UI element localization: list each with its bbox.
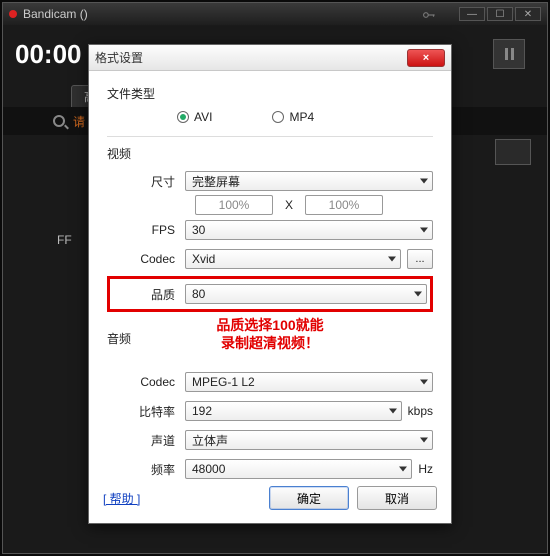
chevron-down-icon [420, 179, 428, 184]
key-icon [423, 9, 437, 19]
dialog-title: 格式设置 [95, 49, 143, 66]
radio-icon [272, 111, 284, 123]
close-icon: × [423, 52, 429, 64]
radio-label: AVI [194, 110, 212, 124]
label-size: 尺寸 [107, 173, 185, 190]
radio-mp4[interactable]: MP4 [272, 110, 314, 124]
ellipsis-icon: ... [415, 253, 424, 265]
label-quality: 品质 [113, 286, 185, 303]
chevron-down-icon [420, 380, 428, 385]
select-channel[interactable]: 立体声 [185, 430, 433, 450]
select-value: MPEG-1 L2 [192, 375, 255, 389]
row-channel: 声道 立体声 [107, 427, 433, 453]
select-value: 48000 [192, 462, 225, 476]
label-codec: Codec [107, 252, 185, 266]
record-indicator-icon [9, 10, 17, 18]
input-height-percent[interactable]: 100% [305, 195, 383, 215]
unit-hz: Hz [418, 462, 433, 476]
dialog-close-button[interactable]: × [407, 49, 445, 67]
label-frequency: 频率 [107, 461, 185, 478]
select-value: 30 [192, 223, 205, 237]
chevron-down-icon [420, 228, 428, 233]
pause-button[interactable] [493, 39, 525, 69]
select-quality[interactable]: 80 [185, 284, 427, 304]
chevron-down-icon [388, 257, 396, 262]
select-size[interactable]: 完整屏幕 [185, 171, 433, 191]
row-size: 尺寸 完整屏幕 [107, 168, 433, 194]
button-label: 确定 [297, 490, 321, 507]
divider [107, 136, 433, 137]
chevron-down-icon [389, 409, 397, 414]
select-value: Xvid [192, 252, 215, 266]
maximize-button[interactable]: ☐ [487, 7, 513, 21]
row-quality: 品质 80 [113, 281, 427, 307]
dialog-body: 文件类型 AVI MP4 视频 尺寸 完整屏幕 100% X 100% [89, 71, 451, 479]
section-filetype-heading: 文件类型 [107, 85, 433, 102]
select-value: 完整屏幕 [192, 173, 240, 190]
button-label: 取消 [385, 490, 409, 507]
row-bitrate: 比特率 192 kbps [107, 398, 433, 424]
select-value: 80 [192, 287, 205, 301]
pause-icon [505, 48, 514, 60]
dialog-footer: [ 帮助 ] 确定 取消 [89, 479, 451, 523]
label-fps: FPS [107, 223, 185, 237]
chevron-down-icon [399, 467, 407, 472]
radio-icon [177, 111, 189, 123]
side-button-1[interactable] [495, 139, 531, 165]
search-icon [53, 115, 65, 127]
radio-avi[interactable]: AVI [177, 110, 212, 124]
label-bitrate: 比特率 [107, 403, 185, 420]
search-text: 请 [73, 113, 85, 130]
dialog-titlebar: 格式设置 × [89, 45, 451, 71]
quality-highlight: 品质 80 [107, 276, 433, 312]
select-frequency[interactable]: 48000 [185, 459, 412, 479]
select-value: 立体声 [192, 432, 228, 449]
label-channel: 声道 [107, 432, 185, 449]
chevron-down-icon [420, 438, 428, 443]
filetype-radio-row: AVI MP4 [107, 108, 433, 126]
ok-button[interactable]: 确定 [269, 486, 349, 510]
app-title: Bandicam () [23, 7, 88, 21]
select-value: 192 [192, 404, 212, 418]
input-width-percent[interactable]: 100% [195, 195, 273, 215]
select-audio-codec[interactable]: MPEG-1 L2 [185, 372, 433, 392]
record-timer: 00:00 [15, 39, 82, 70]
select-bitrate[interactable]: 192 [185, 401, 402, 421]
format-settings-dialog: 格式设置 × 文件类型 AVI MP4 视频 尺寸 完整屏幕 [88, 44, 452, 524]
label-audio-codec: Codec [107, 375, 185, 389]
row-size-percent: 100% X 100% [107, 195, 433, 215]
row-video-codec: Codec Xvid ... [107, 246, 433, 272]
unit-kbps: kbps [408, 404, 433, 418]
select-fps[interactable]: 30 [185, 220, 433, 240]
row-fps: FPS 30 [107, 217, 433, 243]
x-separator: X [285, 198, 293, 212]
main-titlebar: Bandicam () — ☐ ✕ [3, 3, 547, 25]
help-link[interactable]: [ 帮助 ] [103, 490, 140, 507]
bg-label: FF [57, 233, 72, 247]
radio-label: MP4 [289, 110, 314, 124]
close-button[interactable]: ✕ [515, 7, 541, 21]
section-video-heading: 视频 [107, 145, 433, 162]
codec-options-button[interactable]: ... [407, 249, 433, 269]
select-video-codec[interactable]: Xvid [185, 249, 401, 269]
minimize-button[interactable]: — [459, 7, 485, 21]
chevron-down-icon [414, 292, 422, 297]
row-audio-codec: Codec MPEG-1 L2 [107, 369, 433, 395]
cancel-button[interactable]: 取消 [357, 486, 437, 510]
row-frequency: 频率 48000 Hz [107, 456, 433, 479]
